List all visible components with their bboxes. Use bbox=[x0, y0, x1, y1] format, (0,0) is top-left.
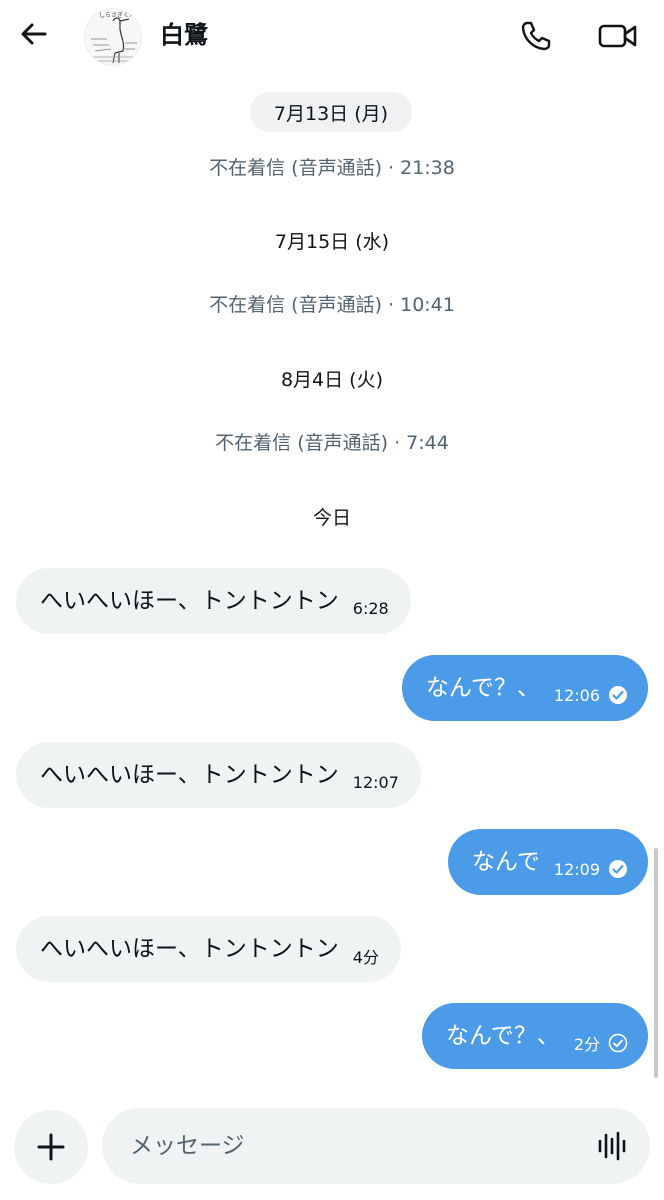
check-circle-filled-icon bbox=[609, 686, 627, 704]
voice-call-button[interactable] bbox=[514, 14, 558, 58]
message-text: へいへいほー、トントントン bbox=[40, 762, 339, 788]
message-time: 12:09 bbox=[553, 859, 600, 879]
outgoing-message[interactable]: なんで 12:09 bbox=[448, 829, 648, 895]
plus-icon bbox=[37, 1133, 65, 1161]
contact-name[interactable]: 白鷺 bbox=[160, 18, 208, 52]
missed-call-notice: 不在着信 (音声通話) · 21:38 bbox=[209, 157, 455, 179]
date-separator: 7月15日 (水) bbox=[274, 231, 390, 253]
avatar-caption: しらさぎくん bbox=[99, 11, 135, 19]
avatar[interactable]: しらさぎくん bbox=[84, 8, 142, 66]
message-text: へいへいほー、トントントン bbox=[40, 936, 339, 962]
missed-call-notice: 不在着信 (音声通話) · 10:41 bbox=[209, 294, 455, 316]
add-attachment-button[interactable] bbox=[14, 1110, 88, 1184]
phone-icon bbox=[521, 21, 551, 51]
check-circle-outline-icon bbox=[608, 1033, 628, 1053]
incoming-message[interactable]: へいへいほー、トントントン 6:28 bbox=[16, 568, 411, 634]
message-time: 4分 bbox=[352, 948, 379, 967]
date-separator: 今日 bbox=[312, 507, 351, 529]
message-time: 12:07 bbox=[352, 772, 399, 792]
date-separator: 8月4日 (火) bbox=[280, 369, 384, 391]
message-time: 12:06 bbox=[553, 685, 600, 705]
check-circle-filled-icon bbox=[609, 860, 627, 878]
message-time: 2分 bbox=[573, 1035, 600, 1054]
incoming-message[interactable]: へいへいほー、トントントン 4分 bbox=[16, 916, 401, 982]
date-separator: 7月13日 (月) bbox=[250, 92, 412, 132]
outgoing-message[interactable]: なんで？、 12:06 bbox=[402, 655, 648, 721]
scrollbar[interactable] bbox=[654, 848, 658, 1078]
video-call-button[interactable] bbox=[592, 14, 644, 58]
voice-message-button[interactable] bbox=[590, 1124, 634, 1168]
incoming-message[interactable]: へいへいほー、トントントン 12:07 bbox=[16, 742, 421, 808]
waveform-icon bbox=[598, 1131, 626, 1161]
chat-header: しらさぎくん 白鷺 bbox=[0, 0, 664, 72]
outgoing-message[interactable]: なんで？、 2分 bbox=[421, 1003, 648, 1069]
missed-call-notice: 不在着信 (音声通話) · 7:44 bbox=[215, 432, 449, 454]
message-text: なんで？、 bbox=[445, 1023, 560, 1049]
message-text: へいへいほー、トントントン bbox=[40, 588, 339, 614]
message-time: 6:28 bbox=[352, 598, 389, 618]
message-text: なんで？、 bbox=[426, 675, 540, 701]
message-text: なんで bbox=[472, 849, 540, 875]
message-input[interactable] bbox=[102, 1108, 650, 1184]
heron-sketch-image: しらさぎくん bbox=[91, 11, 137, 64]
arrow-left-icon bbox=[21, 23, 47, 45]
back-button[interactable] bbox=[14, 14, 54, 54]
video-camera-icon bbox=[598, 24, 637, 48]
